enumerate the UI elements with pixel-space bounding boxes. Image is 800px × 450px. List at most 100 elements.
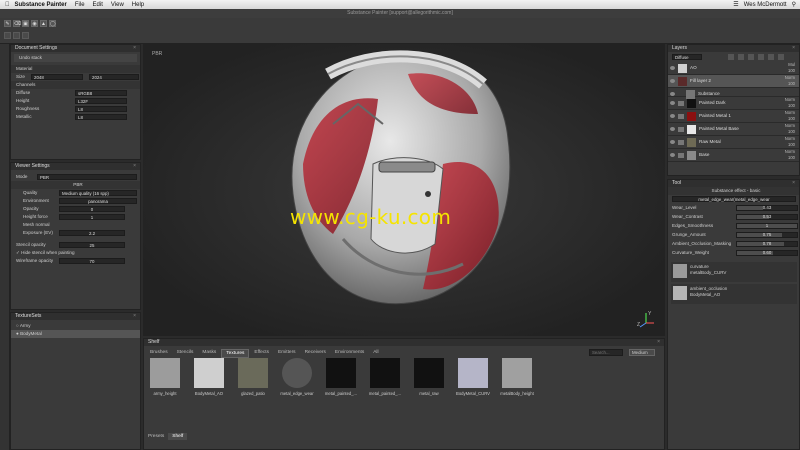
stencil-opacity-field[interactable]: 25 <box>59 242 125 248</box>
layer-row[interactable]: Painted Metal 1 Norm 100 <box>668 110 799 123</box>
param-value[interactable]: 0.43 <box>736 203 798 212</box>
layer-row[interactable]: Base Norm 100 <box>668 149 799 162</box>
opacity-field[interactable]: 0 <box>59 206 125 212</box>
close-icon[interactable]: × <box>792 180 795 187</box>
shelf-item[interactable]: army_height <box>148 358 182 396</box>
input-slot[interactable]: ambient_occlusion BodyMetal_AO <box>671 284 797 304</box>
shelf-item[interactable]: BodyMetal_CURV <box>456 358 490 396</box>
close-icon[interactable]: × <box>133 313 136 320</box>
add-layer-icon[interactable] <box>728 54 734 60</box>
layer-row[interactable]: Fill layer 2 Norm 100 <box>668 75 799 88</box>
visibility-eye-icon[interactable] <box>670 114 675 118</box>
shelf-item[interactable]: BodyMetal_AO <box>192 358 226 396</box>
camera-icon[interactable] <box>13 32 20 39</box>
layer-row[interactable]: Painted Metal Base Norm 100 <box>668 123 799 136</box>
shelf-tab[interactable]: All <box>369 349 382 358</box>
view-mode-icon[interactable] <box>4 32 11 39</box>
textureset-item[interactable]: ○ Army <box>11 322 140 330</box>
environment-select[interactable]: panorama <box>59 198 137 204</box>
add-effect-icon[interactable] <box>758 54 764 60</box>
menu-file[interactable]: File <box>75 2 85 8</box>
layer-row[interactable]: Substance <box>668 88 799 99</box>
shelf-tab[interactable]: Emitters <box>274 349 300 358</box>
visibility-eye-icon[interactable] <box>670 140 675 144</box>
layer-row[interactable]: AO Mul 100 <box>668 62 799 75</box>
menu-help[interactable]: Help <box>132 2 144 8</box>
size-select-2[interactable]: 2024 <box>89 74 139 80</box>
close-icon[interactable]: × <box>133 163 136 170</box>
channel-format[interactable]: L32F <box>75 98 127 104</box>
size-select-1[interactable]: 2048 <box>31 74 83 80</box>
shelf-item[interactable]: metalBody_height <box>500 358 534 396</box>
shelf-tab[interactable]: Receivers <box>301 349 330 358</box>
param-value[interactable]: 0.53 <box>736 212 798 221</box>
visibility-eye-icon[interactable] <box>670 66 675 70</box>
layer-blend[interactable]: Mul 100 <box>788 62 795 74</box>
wireframe-field[interactable]: 70 <box>59 258 125 264</box>
shelf-item[interactable]: metal_raw <box>412 358 446 396</box>
undo-stack-button[interactable]: Undo stack <box>14 54 137 62</box>
layer-blend[interactable]: Norm 100 <box>785 123 795 135</box>
delete-layer-icon[interactable] <box>778 54 784 60</box>
close-icon[interactable]: × <box>792 45 795 52</box>
user-name[interactable]: Wes McDermott <box>744 2 787 8</box>
layer-blend[interactable]: Norm 100 <box>785 97 795 109</box>
eraser-tool-icon[interactable]: ⌫ <box>13 20 21 27</box>
paint-brush-tool-icon[interactable]: ✎ <box>4 20 11 27</box>
visibility-eye-icon[interactable] <box>670 79 675 83</box>
channel-format[interactable]: sRGB8 <box>75 90 127 96</box>
spotlight-search-icon[interactable]: ⚲ <box>792 1 796 8</box>
height-force-field[interactable]: 1 <box>59 214 125 220</box>
split-view-icon[interactable] <box>22 32 29 39</box>
param-value[interactable]: 0.75 <box>736 230 798 239</box>
shelf-item[interactable]: metal_painted_... <box>324 358 358 396</box>
shelf-item[interactable]: metal_painted_... <box>368 358 402 396</box>
shelf-item[interactable]: glazed_patio <box>236 358 270 396</box>
textureset-item[interactable]: ● BodyMetal <box>11 330 140 338</box>
apple-icon[interactable]:  <box>5 2 10 8</box>
3d-viewport[interactable] <box>143 44 665 336</box>
visibility-eye-icon[interactable] <box>670 153 675 157</box>
shelf-tab[interactable]: Masks <box>198 349 220 358</box>
app-menu[interactable]: Substance Painter <box>15 2 67 8</box>
color-picker-icon[interactable]: ◯ <box>49 20 56 27</box>
tab-presets[interactable]: Presets <box>144 433 168 440</box>
visibility-eye-icon[interactable] <box>670 101 675 105</box>
menu-view[interactable]: View <box>111 2 124 8</box>
close-icon[interactable]: × <box>133 45 136 52</box>
close-icon[interactable]: × <box>657 339 660 346</box>
layer-blend[interactable]: Norm 100 <box>785 75 795 87</box>
channel-select[interactable]: Diffuse <box>672 54 702 60</box>
input-slot[interactable]: curvature metalBody_CURV <box>671 262 797 282</box>
shelf-tab[interactable]: Effects <box>250 349 273 358</box>
visibility-eye-icon[interactable] <box>670 92 675 96</box>
layer-blend[interactable]: Norm 100 <box>785 110 795 122</box>
shelf-tab[interactable]: Textures <box>221 349 250 358</box>
mode-select[interactable]: PBR <box>37 174 137 180</box>
param-value[interactable]: 0.60 <box>736 248 798 257</box>
tab-shelf[interactable]: Shelf <box>168 433 188 440</box>
shelf-tab[interactable]: Stencils <box>173 349 198 358</box>
shelf-item[interactable]: metal_edge_wear <box>280 358 314 396</box>
shelf-tab[interactable]: Brushes <box>146 349 172 358</box>
param-value[interactable]: 1 <box>736 221 798 230</box>
shelf-search-input[interactable]: Search... <box>589 349 623 356</box>
wifi-icon[interactable]: ☰ <box>733 1 738 8</box>
quality-select[interactable]: Medium quality (16 spp) <box>59 190 137 196</box>
exposure-field[interactable]: 2.2 <box>59 230 125 236</box>
layer-row[interactable]: Raw Metal Norm 100 <box>668 136 799 149</box>
layer-blend[interactable]: Norm 100 <box>785 149 795 161</box>
polygon-fill-tool-icon[interactable]: ▲ <box>40 20 47 27</box>
clone-tool-icon[interactable]: ◉ <box>31 20 38 27</box>
add-mask-icon[interactable] <box>748 54 754 60</box>
layer-row[interactable]: Painted Dark Norm 100 <box>668 97 799 110</box>
layer-blend[interactable]: Norm 100 <box>785 136 795 148</box>
folder-icon[interactable] <box>768 54 774 60</box>
shelf-size-select[interactable]: Medium <box>629 349 655 356</box>
preset-select[interactable]: metal_edge_wear(metal_edge_wear <box>672 196 796 202</box>
param-value[interactable]: 0.78 <box>736 239 798 248</box>
shelf-tab[interactable]: Environments <box>331 349 368 358</box>
menu-edit[interactable]: Edit <box>93 2 103 8</box>
channel-format[interactable]: L8 <box>75 106 127 112</box>
visibility-eye-icon[interactable] <box>670 127 675 131</box>
